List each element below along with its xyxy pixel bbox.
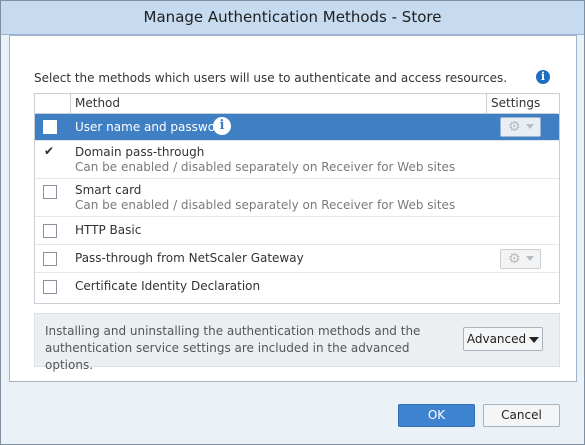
advanced-button[interactable]: Advanced — [463, 327, 543, 351]
method-row-certificate-identity[interactable]: Certificate Identity Declaration — [35, 273, 559, 300]
method-column-header[interactable]: Method — [71, 94, 487, 114]
method-name: Certificate Identity Declaration — [75, 279, 261, 293]
cancel-button[interactable]: Cancel — [483, 404, 560, 427]
method-checkbox[interactable] — [43, 252, 57, 266]
method-checkbox[interactable] — [43, 280, 57, 294]
method-row-http-basic[interactable]: HTTP Basic — [35, 217, 559, 245]
method-checkbox[interactable] — [43, 185, 57, 199]
ok-button[interactable]: OK — [398, 404, 475, 427]
methods-table: Method Settings User name and password i… — [34, 93, 560, 304]
settings-button[interactable]: ⚙ — [500, 117, 541, 137]
chevron-down-icon — [526, 256, 534, 261]
method-name: Domain pass-through — [75, 145, 205, 159]
settings-column-header[interactable]: Settings — [487, 94, 558, 114]
method-note: Can be enabled / disabled separately on … — [75, 198, 456, 212]
settings-button[interactable]: ⚙ — [500, 249, 541, 269]
checkmark-icon: ✔ — [44, 144, 55, 158]
info-icon[interactable]: i — [536, 70, 550, 84]
advanced-label: Advanced — [466, 332, 527, 346]
method-checkbox[interactable]: ✔ — [43, 144, 55, 159]
advanced-description: Installing and uninstalling the authenti… — [45, 324, 421, 372]
gear-icon: ⚙ — [508, 251, 521, 267]
method-row-domain-pass-through[interactable]: ✔ Domain pass-through Can be enabled / d… — [35, 141, 559, 179]
dialog-window: Manage Authentication Methods - Store Se… — [0, 0, 585, 445]
instructions-text: Select the methods which users will use … — [34, 71, 508, 85]
gear-icon: ⚙ — [508, 119, 521, 135]
method-name: Pass-through from NetScaler Gateway — [75, 251, 304, 265]
info-icon[interactable]: i — [213, 117, 231, 135]
method-name: HTTP Basic — [75, 223, 142, 237]
dialog-title: Manage Authentication Methods - Store — [1, 1, 584, 35]
checkbox-column-header — [35, 94, 71, 114]
method-name: User name and password — [75, 120, 228, 134]
dialog-content: Select the methods which users will use … — [9, 35, 577, 382]
method-row-username-password[interactable]: User name and password i ⚙ — [35, 114, 559, 141]
method-checkbox[interactable] — [43, 120, 57, 134]
chevron-down-icon — [526, 124, 534, 129]
method-checkbox[interactable] — [43, 224, 57, 238]
advanced-panel: Installing and uninstalling the authenti… — [34, 313, 560, 372]
method-row-netscaler-gateway[interactable]: Pass-through from NetScaler Gateway ⚙ — [35, 245, 559, 273]
method-note: Can be enabled / disabled separately on … — [75, 160, 456, 174]
method-row-smart-card[interactable]: Smart card Can be enabled / disabled sep… — [35, 179, 559, 217]
chevron-down-icon — [529, 336, 540, 343]
method-name: Smart card — [75, 183, 142, 197]
